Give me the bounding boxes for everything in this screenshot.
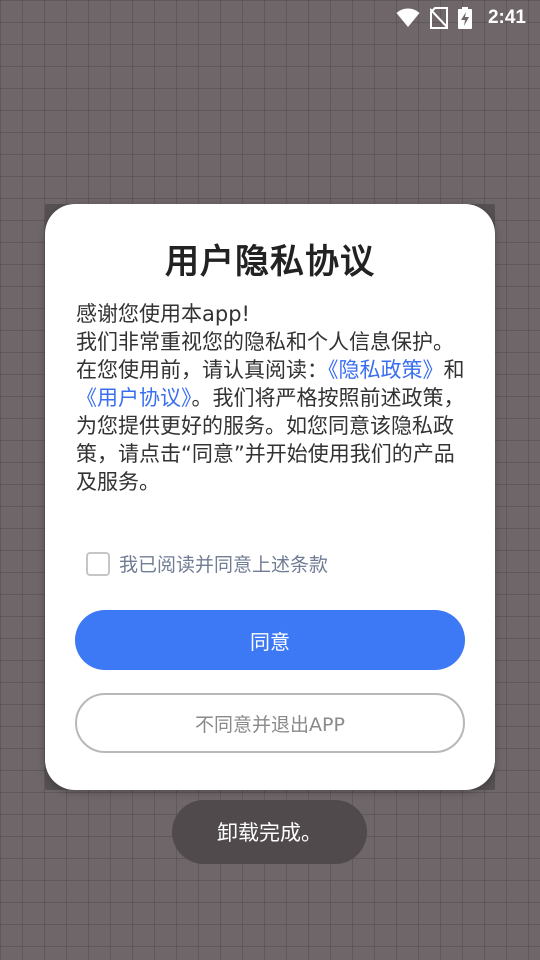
battery-charging-icon bbox=[457, 7, 472, 29]
wifi-icon bbox=[396, 8, 420, 28]
greeting-text: 感谢您使用本app! bbox=[76, 302, 250, 326]
no-sim-icon bbox=[429, 7, 448, 29]
dialog-body: 感谢您使用本app! 我们非常重视您的隐私和个人信息保护。在您使用前，请认真阅读… bbox=[76, 300, 471, 496]
user-agreement-link[interactable]: 《用户协议》 bbox=[76, 386, 192, 410]
toast-message: 卸载完成。 bbox=[172, 800, 367, 864]
privacy-dialog: 用户隐私协议 感谢您使用本app! 我们非常重视您的隐私和个人信息保护。在您使用… bbox=[45, 204, 495, 790]
privacy-policy-link[interactable]: 《隐私政策》 bbox=[328, 358, 444, 382]
disagree-exit-button[interactable]: 不同意并退出APP bbox=[75, 693, 465, 753]
status-time: 2:41 bbox=[487, 7, 526, 28]
dialog-title: 用户隐私协议 bbox=[165, 242, 375, 282]
status-bar: 2:41 bbox=[0, 0, 540, 36]
consent-checkbox[interactable] bbox=[86, 551, 110, 576]
agree-button[interactable]: 同意 bbox=[75, 610, 465, 670]
and-text: 和 bbox=[443, 358, 465, 382]
consent-label[interactable]: 我已阅读并同意上述条款 bbox=[119, 550, 328, 577]
consent-row[interactable]: 我已阅读并同意上述条款 bbox=[86, 550, 328, 577]
